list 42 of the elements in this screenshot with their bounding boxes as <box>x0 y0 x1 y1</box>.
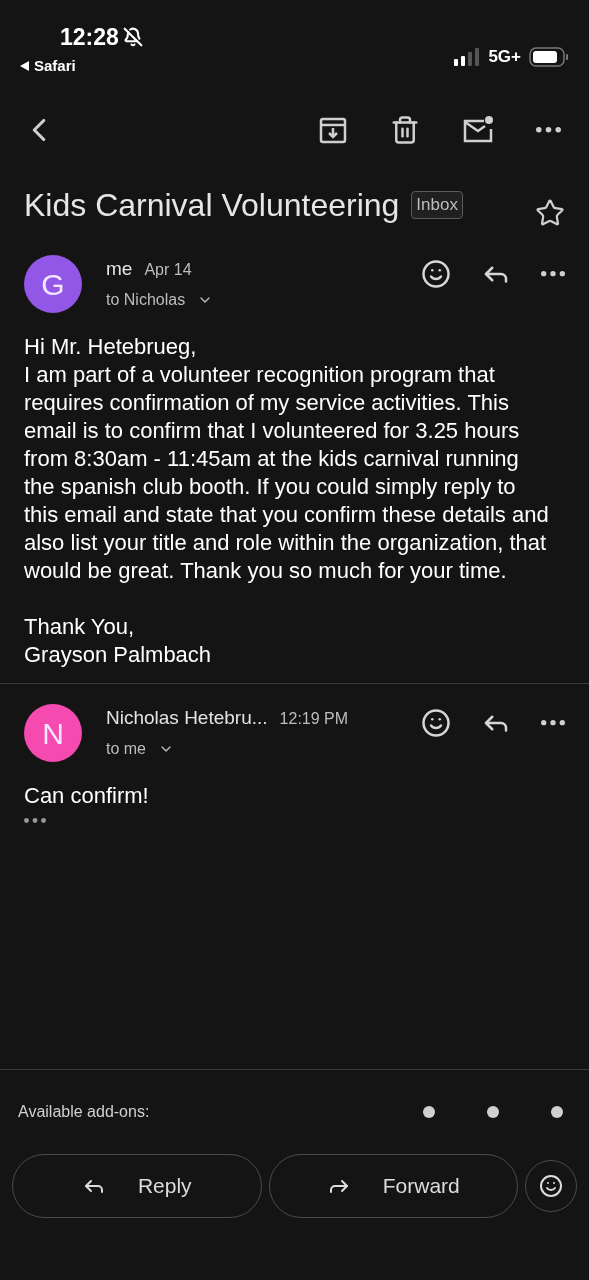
sender-name: me <box>106 257 133 281</box>
network-type: 5G+ <box>488 46 521 68</box>
message-body: Hi Mr. Hetebrueg, I am part of a volunteer recognition program that requires confirmation of my service activities. This email is to confirm that I volunteered for 3.25 hours from 8:30am - 11:45am at the kids carnival running the spanish club booth. If you could simply reply to this email and state that you confirm these details and also list your title and role within the organization, that would be great. Thank you so much for your time. <box>24 333 550 585</box>
archive-icon <box>318 115 348 145</box>
trash-icon <box>390 115 420 145</box>
more-button[interactable] <box>541 720 565 726</box>
archive-button[interactable] <box>318 115 348 145</box>
more-icon <box>24 818 46 823</box>
status-time: 12:28 <box>60 23 119 52</box>
addon-icon[interactable] <box>487 1106 499 1118</box>
back-to-app-link[interactable]: Safari <box>20 54 143 77</box>
addon-icon[interactable] <box>551 1106 563 1118</box>
smiley-icon <box>421 259 451 289</box>
smiley-icon <box>539 1174 563 1198</box>
message-body: Thank You, Grayson Palmbach <box>24 613 213 669</box>
more-button[interactable] <box>536 127 561 133</box>
avatar: N <box>24 704 82 762</box>
battery-icon <box>529 46 569 67</box>
sender-name: Nicholas Hetebru... <box>106 706 268 730</box>
more-button[interactable] <box>541 271 565 277</box>
delete-button[interactable] <box>390 115 420 145</box>
addon-icon[interactable] <box>423 1106 435 1118</box>
more-icon <box>541 720 565 726</box>
message-body: Can confirm! <box>24 782 150 810</box>
bell-off-icon <box>122 27 143 48</box>
more-icon <box>536 127 561 133</box>
inbox-label: Inbox <box>411 191 463 219</box>
mail-dot-icon <box>462 115 494 145</box>
addons-label: Available add-ons: <box>18 1102 150 1122</box>
back-triangle-icon <box>20 60 30 71</box>
star-button[interactable] <box>535 198 565 228</box>
message-time: Apr 14 <box>144 260 192 280</box>
recipients-toggle[interactable]: to Nicholas <box>106 287 214 312</box>
mark-unread-button[interactable] <box>462 115 494 145</box>
email-subject: Kids Carnival Volunteering <box>24 186 400 225</box>
signal-icon <box>454 47 481 66</box>
avatar: G <box>24 255 82 313</box>
more-icon <box>541 271 565 277</box>
show-trimmed-content-button[interactable] <box>24 818 46 823</box>
recipients-toggle[interactable]: to me <box>106 736 174 761</box>
message-time: 12:19 PM <box>279 709 349 729</box>
smiley-icon <box>421 708 451 738</box>
